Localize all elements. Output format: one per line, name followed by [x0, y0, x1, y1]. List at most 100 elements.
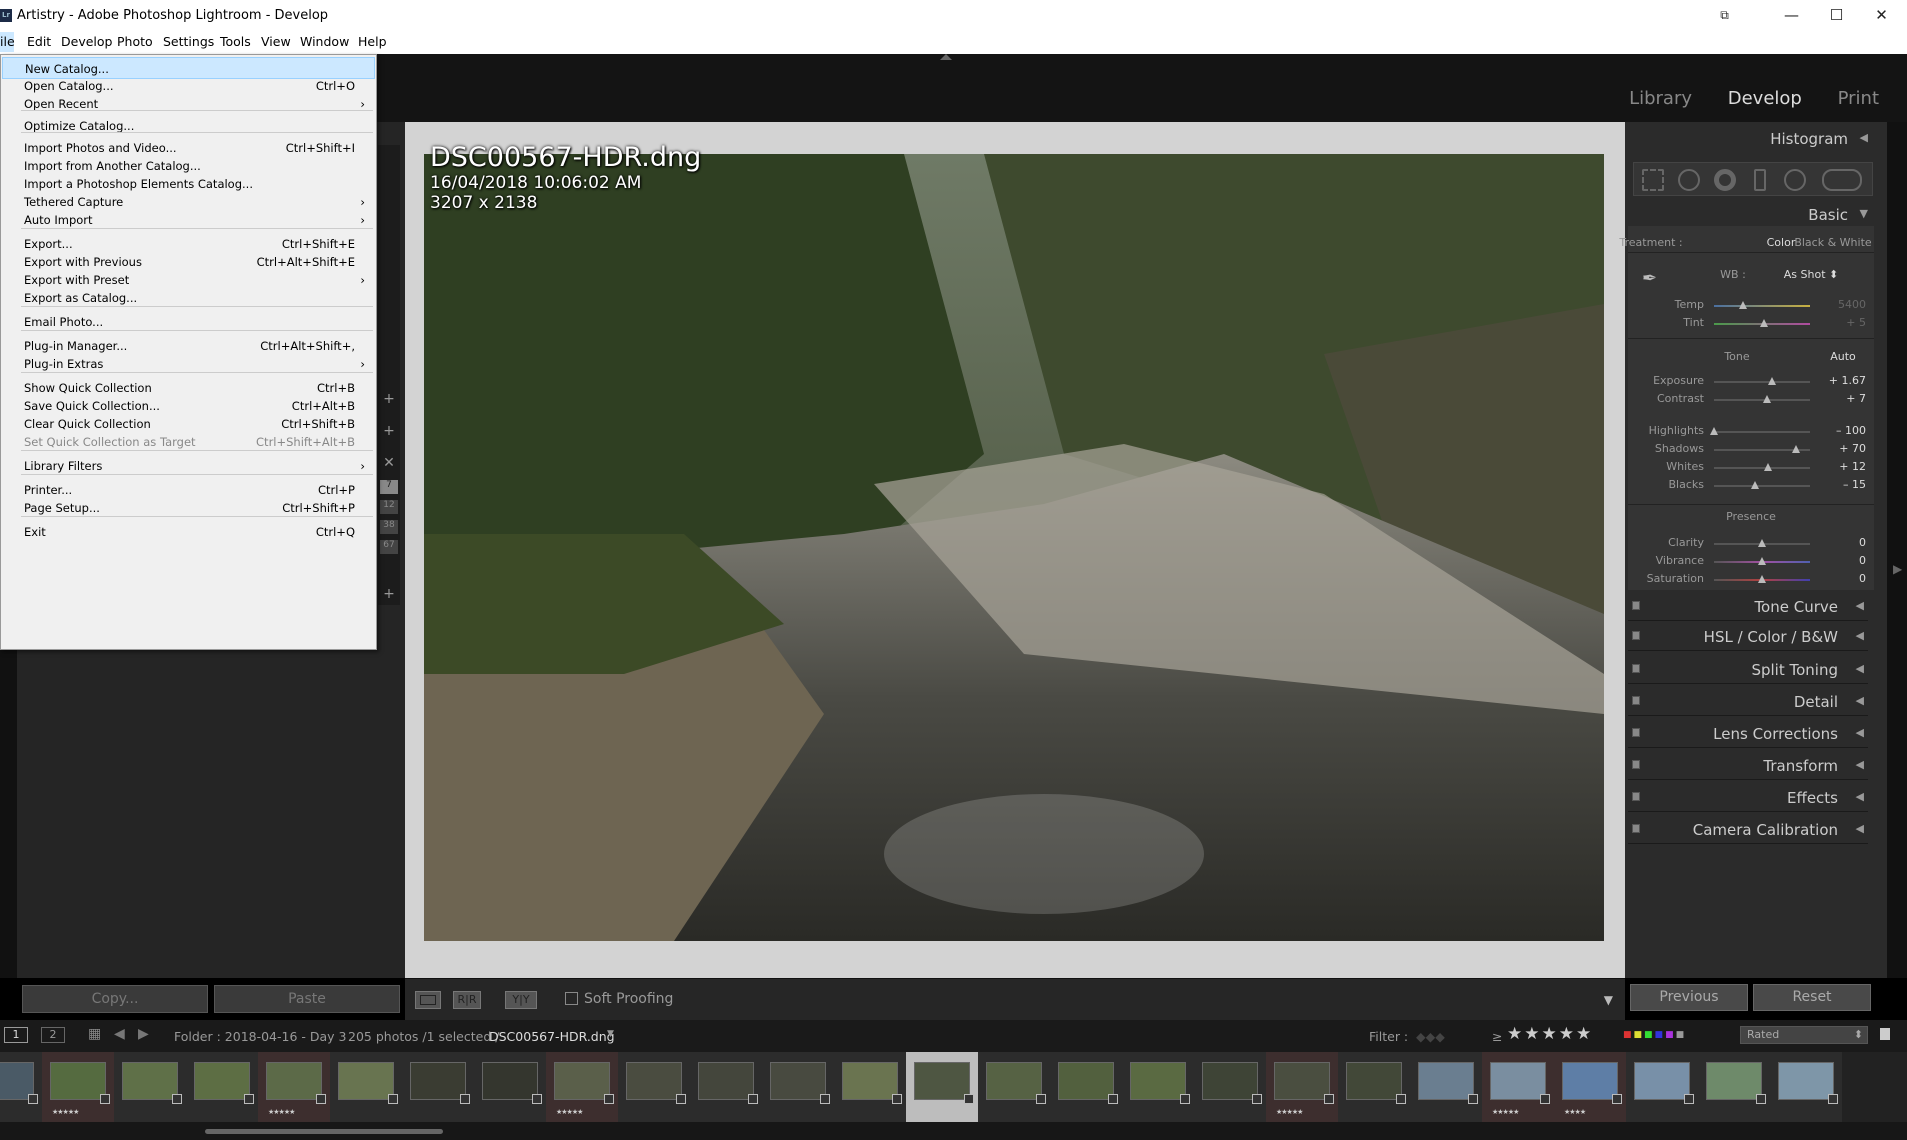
slider-value[interactable]: + 5 [1846, 316, 1866, 329]
develop-badge-icon[interactable] [460, 1094, 470, 1104]
develop-badge-icon[interactable] [1324, 1094, 1334, 1104]
panel-header-1[interactable]: HSL / Color / B&W ◀ [1628, 622, 1868, 651]
add-collection-icon[interactable]: + [380, 585, 398, 603]
slider-value[interactable]: 5400 [1838, 298, 1866, 311]
slider-thumb[interactable] [1791, 445, 1800, 453]
wb-dropdown[interactable]: As Shot ⬍ [1688, 268, 1907, 281]
panel-header-3[interactable]: Detail ◀ [1628, 687, 1868, 716]
filmstrip-thumbnail[interactable] [402, 1052, 474, 1122]
menu-develop[interactable]: Develop [61, 34, 112, 49]
slider-highlights[interactable]: Highlights – 100 [1628, 424, 1874, 440]
slider-track[interactable] [1714, 485, 1810, 487]
slider-track[interactable] [1714, 305, 1810, 307]
filmstrip-thumbnail[interactable] [330, 1052, 402, 1122]
slider-thumb[interactable] [1710, 427, 1718, 435]
menu-tools[interactable]: Tools [220, 34, 251, 49]
adjustment-brush-icon[interactable] [1822, 169, 1862, 191]
add-snapshot-icon[interactable]: + [380, 422, 398, 440]
slider-thumb[interactable] [1767, 377, 1776, 385]
filmstrip-thumbnail[interactable] [1698, 1052, 1770, 1122]
soft-proofing-toggle[interactable]: Soft Proofing [565, 991, 673, 1007]
slider-thumb[interactable] [1758, 575, 1766, 583]
develop-badge-icon[interactable] [1396, 1094, 1406, 1104]
develop-badge-icon[interactable] [100, 1094, 110, 1104]
filmstrip-thumbnail[interactable] [0, 1052, 42, 1122]
develop-badge-icon[interactable] [28, 1094, 38, 1104]
develop-badge-icon[interactable] [172, 1094, 182, 1104]
folder-source[interactable]: Folder : 2018-04-16 - Day 3 [174, 1029, 347, 1044]
panel-switch-icon[interactable] [1632, 696, 1640, 705]
forward-arrow-icon[interactable]: ▶ [138, 1026, 149, 1042]
add-preset-icon[interactable]: + [380, 390, 398, 408]
filmstrip-thumbnail[interactable] [978, 1052, 1050, 1122]
slider-value[interactable]: + 1.67 [1829, 374, 1866, 387]
slider-thumb[interactable] [1763, 463, 1772, 471]
filmstrip-thumbnail[interactable] [618, 1052, 690, 1122]
slider-value[interactable]: 0 [1859, 572, 1866, 585]
before-after-lr-button[interactable]: R|R [453, 991, 481, 1009]
slider-shadows[interactable]: Shadows + 70 [1628, 442, 1874, 458]
develop-badge-icon[interactable] [532, 1094, 542, 1104]
filmstrip-thumbnail[interactable] [1410, 1052, 1482, 1122]
slider-track[interactable] [1714, 431, 1810, 433]
develop-badge-icon[interactable] [1612, 1094, 1622, 1104]
slider-contrast[interactable]: Contrast + 7 [1628, 392, 1874, 408]
develop-badge-icon[interactable] [1468, 1094, 1478, 1104]
panel-header-4[interactable]: Lens Corrections ◀ [1628, 719, 1868, 748]
panel-switch-icon[interactable] [1632, 760, 1640, 769]
slider-value[interactable]: – 100 [1836, 424, 1866, 437]
slider-thumb[interactable] [1758, 539, 1766, 547]
copy-button[interactable]: Copy... [22, 985, 208, 1013]
filmstrip-thumbnail[interactable]: ★★★★ [1554, 1052, 1626, 1122]
file-dropdown-icon[interactable]: ▼ [607, 1029, 614, 1039]
basic-header[interactable]: Basic ▼ [1628, 204, 1874, 226]
screen-1-button[interactable]: 1 [4, 1027, 28, 1043]
slider-value[interactable]: + 70 [1839, 442, 1866, 455]
file-menu-item[interactable]: Exit Ctrl+Q [2, 521, 375, 543]
develop-badge-icon[interactable] [1540, 1094, 1550, 1104]
slider-thumb[interactable] [1759, 319, 1768, 327]
collapse-top-icon[interactable] [940, 54, 952, 60]
develop-badge-icon[interactable] [604, 1094, 614, 1104]
slider-track[interactable] [1714, 467, 1810, 469]
module-develop[interactable]: Develop [1728, 88, 1802, 109]
develop-badge-icon[interactable] [1180, 1094, 1190, 1104]
slider-track[interactable] [1714, 381, 1810, 383]
slider-value[interactable]: – 15 [1843, 478, 1866, 491]
develop-badge-icon[interactable] [1108, 1094, 1118, 1104]
module-library[interactable]: Library [1629, 88, 1692, 109]
spot-removal-icon[interactable] [1678, 169, 1700, 191]
develop-badge-icon[interactable] [388, 1094, 398, 1104]
maximize-button[interactable]: ☐ [1814, 0, 1859, 30]
panel-switch-icon[interactable] [1632, 601, 1640, 610]
menu-edit[interactable]: Edit [27, 34, 51, 49]
slider-thumb[interactable] [1751, 481, 1760, 489]
filmstrip-thumbnail[interactable] [690, 1052, 762, 1122]
develop-badge-icon[interactable] [1036, 1094, 1046, 1104]
develop-badge-icon[interactable] [892, 1094, 902, 1104]
slider-temp[interactable]: Temp 5400 [1628, 298, 1874, 314]
panel-switch-icon[interactable] [1632, 664, 1640, 673]
slider-vibrance[interactable]: Vibrance 0 [1628, 554, 1874, 570]
rating-stars-filter[interactable]: ★★★★★ [1507, 1024, 1593, 1044]
restore-icon[interactable]: ⧉ [1702, 0, 1747, 30]
menu-window[interactable]: Window [300, 34, 349, 49]
slider-value[interactable]: + 7 [1846, 392, 1866, 405]
slider-thumb[interactable] [1762, 395, 1771, 403]
develop-badge-icon[interactable] [748, 1094, 758, 1104]
slider-tint[interactable]: Tint + 5 [1628, 316, 1874, 332]
filmstrip-thumbnail[interactable] [834, 1052, 906, 1122]
auto-tone-button[interactable]: Auto [1720, 350, 1907, 363]
scrollbar-thumb[interactable] [205, 1129, 443, 1134]
slider-whites[interactable]: Whites + 12 [1628, 460, 1874, 476]
panel-header-7[interactable]: Camera Calibration ◀ [1628, 815, 1868, 844]
radial-filter-icon[interactable] [1784, 169, 1806, 191]
soft-proofing-checkbox[interactable] [565, 992, 578, 1005]
slider-clarity[interactable]: Clarity 0 [1628, 536, 1874, 552]
filmstrip-thumbnail[interactable] [186, 1052, 258, 1122]
graduated-filter-icon[interactable] [1754, 169, 1766, 191]
panel-switch-icon[interactable] [1632, 728, 1640, 737]
rating-operator[interactable]: ≥ [1492, 1029, 1502, 1044]
filter-preset-dropdown[interactable]: Rated ⬍ [1740, 1026, 1868, 1044]
filmstrip-thumbnail[interactable] [1626, 1052, 1698, 1122]
